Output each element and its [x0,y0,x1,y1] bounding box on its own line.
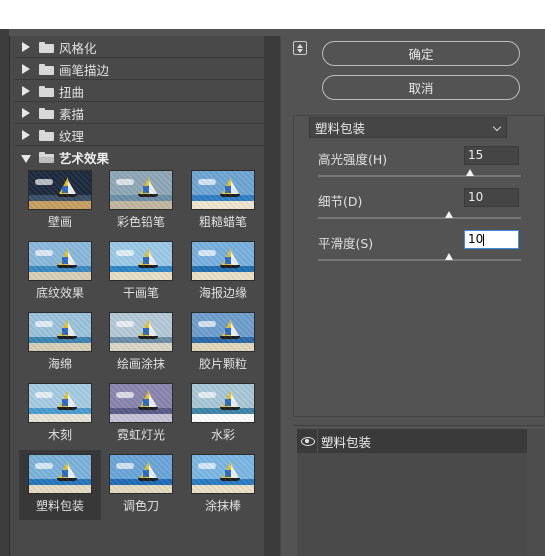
smoothness-slider[interactable] [318,253,521,261]
rough-pastels-thumbnail[interactable] [191,170,255,210]
slider-thumb[interactable] [445,211,454,218]
filter-item[interactable]: 彩色铅笔 [100,166,182,236]
filter-label: 干画笔 [122,286,159,300]
folder-icon [39,63,54,75]
expand-arrow-icon[interactable] [21,108,31,118]
palette-knife-thumbnail[interactable] [109,454,173,494]
cancel-button[interactable]: 取消 [322,75,520,100]
smoothness-label: 平滑度(S) [318,236,374,251]
filter-item[interactable]: 霓虹灯光 [100,379,182,449]
collapse-arrow-icon[interactable] [21,153,31,163]
smudge-stick-thumbnail[interactable] [191,454,255,494]
layers-list-empty-area [297,453,527,556]
filter-item[interactable]: 壁画 [19,166,101,236]
eye-icon[interactable] [299,433,315,449]
underpainting-thumbnail[interactable] [28,241,92,281]
folder-open-icon [39,152,54,163]
filter-item[interactable]: 海报边缘 [182,237,264,307]
category-row-stylize[interactable]: 风格化 [14,37,264,58]
filter-item[interactable]: 木刻 [19,379,101,449]
fresco-thumbnail[interactable] [28,170,92,210]
folder-icon [39,85,54,97]
category-row-texture[interactable]: 纹理 [14,125,264,146]
expand-arrow-icon[interactable] [21,130,31,140]
filter-label: 绘画涂抹 [116,357,165,371]
folder-icon [39,129,54,141]
folder-icon [39,41,54,53]
filter-label: 壁画 [47,215,72,229]
poster-edges-thumbnail[interactable] [191,241,255,281]
filter-select-value: 塑料包装 [315,121,366,136]
dry-brush-thumbnail[interactable] [109,241,173,281]
filter-item[interactable]: 粗糙蜡笔 [182,166,264,236]
category-label: 风格化 [59,40,97,56]
filter-item[interactable]: 海绵 [19,308,101,378]
sponge-thumbnail[interactable] [28,312,92,352]
layer-name: 塑料包装 [321,434,372,450]
layers-scrollbar[interactable] [527,429,545,556]
filter-label: 木刻 [47,428,72,442]
expand-arrow-icon[interactable] [21,64,31,74]
category-row-brush-strokes[interactable]: 画笔描边 [14,59,264,80]
category-label: 纹理 [59,128,85,144]
filter-label: 霓虹灯光 [116,428,165,442]
expand-arrow-icon[interactable] [21,42,31,52]
film-grain-thumbnail[interactable] [191,312,255,352]
watercolor-thumbnail[interactable] [191,383,255,423]
folder-icon [39,107,54,119]
preview-area-edge [0,29,9,556]
top-bar [0,0,545,29]
filter-label: 彩色铅笔 [116,215,165,229]
smoothness-value: 10 [468,232,484,246]
category-label: 扭曲 [59,84,85,100]
neon-glow-thumbnail[interactable] [109,383,173,423]
layer-divider [317,429,318,453]
chevron-down-icon [492,122,502,132]
filter-label: 塑料包装 [35,499,84,513]
filter-label: 底纹效果 [35,286,84,300]
detail-input[interactable]: 10 [464,188,519,207]
filter-item[interactable]: 底纹效果 [19,237,101,307]
category-row-distort[interactable]: 扭曲 [14,81,264,102]
filter-item[interactable]: 胶片颗粒 [182,308,264,378]
gallery-scrollbar[interactable] [264,36,280,556]
ok-button[interactable]: 确定 [322,41,520,66]
filter-label: 粗糙蜡笔 [198,215,247,229]
detail-slider[interactable] [318,211,521,219]
expand-arrow-icon[interactable] [21,86,31,96]
filter-label: 调色刀 [122,499,159,513]
detail-label: 细节(D) [318,194,363,209]
slider-thumb[interactable] [445,253,454,260]
filter-label: 涂抹棒 [204,499,241,513]
slider-thumb[interactable] [466,169,475,176]
filter-item[interactable]: 调色刀 [100,450,182,520]
collapse-gallery-button[interactable] [293,41,307,55]
category-label: 艺术效果 [59,151,110,166]
filter-select-dropdown[interactable]: 塑料包装 [309,117,507,138]
plastic-wrap-thumbnail[interactable] [28,454,92,494]
highlight-strength-slider[interactable] [318,169,521,177]
filter-item[interactable]: 绘画涂抹 [100,308,182,378]
category-row-artistic[interactable]: 艺术效果 [14,147,264,168]
filter-label: 海报边缘 [198,286,247,300]
colored-pencil-thumbnail[interactable] [109,170,173,210]
highlight-strength-label: 高光强度(H) [318,152,388,167]
filter-label: 水彩 [210,428,235,442]
filter-item[interactable]: 水彩 [182,379,264,449]
filter-item[interactable]: 涂抹棒 [182,450,264,520]
filter-label: 胶片颗粒 [198,357,247,371]
cutout-thumbnail[interactable] [28,383,92,423]
smoothness-input[interactable]: 10 [464,230,519,249]
filter-item[interactable]: 干画笔 [100,237,182,307]
highlight-strength-input[interactable]: 15 [464,146,519,165]
filter-label: 海绵 [47,357,72,371]
filter-item[interactable]: 塑料包装 [19,450,101,520]
text-caret [483,233,485,246]
category-row-sketch[interactable]: 素描 [14,103,264,124]
paint-daubs-thumbnail[interactable] [109,312,173,352]
category-label: 素描 [59,106,85,122]
category-label: 画笔描边 [59,62,110,78]
effect-layer-row[interactable]: 塑料包装 [297,429,527,453]
